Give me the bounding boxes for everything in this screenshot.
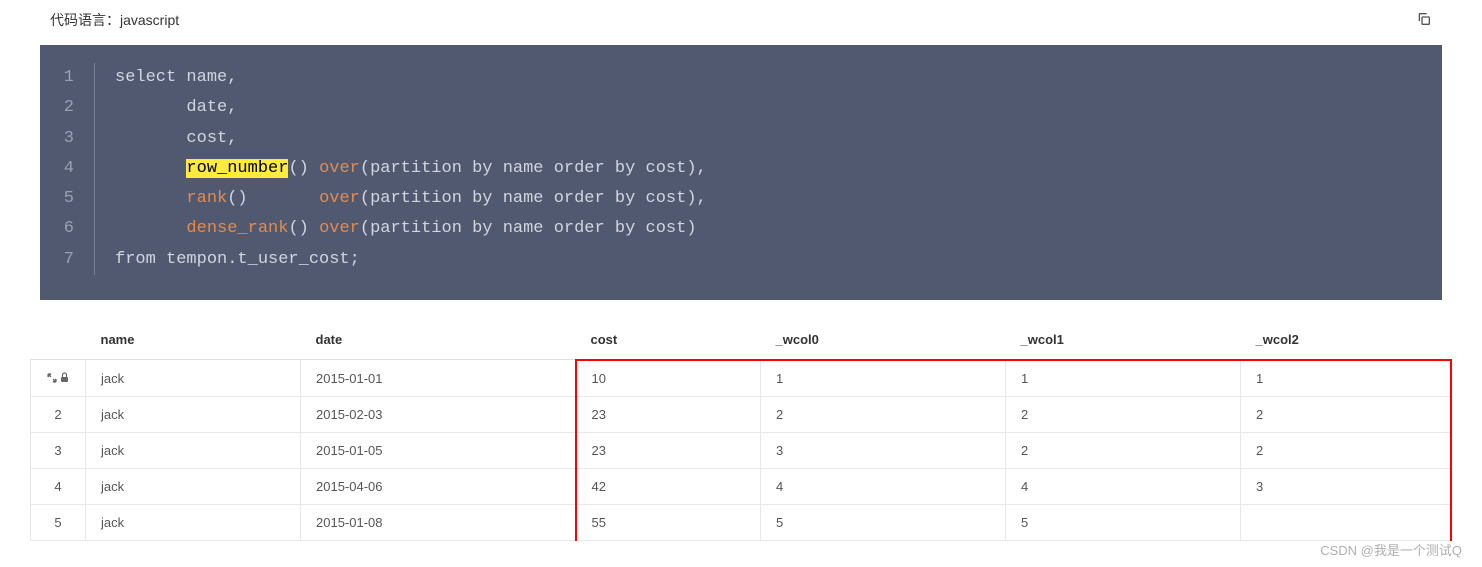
col-header-wcol2: _wcol2 (1241, 320, 1452, 360)
col-header-cost: cost (576, 320, 761, 360)
line-content: row_number() over(partition by name orde… (95, 154, 707, 184)
table-cell: jack (86, 396, 301, 432)
line-content: select name, (95, 63, 237, 93)
table-cell: 2 (1006, 432, 1241, 468)
row-number-cell: 4 (31, 468, 86, 504)
code-line: 1select name, (40, 63, 1442, 93)
table-row: 2jack2015-02-0323222 (31, 396, 1452, 432)
row-number-cell (31, 360, 86, 397)
table-cell: 1 (761, 360, 1006, 397)
table-cell: 2 (1241, 432, 1452, 468)
table-cell: 3 (1241, 468, 1452, 504)
table-cell: 4 (1006, 468, 1241, 504)
table-cell: 23 (576, 432, 761, 468)
expand-icon[interactable] (47, 373, 57, 383)
table-cell: 5 (761, 504, 1006, 540)
watermark: CSDN @我是一个测试Q (1320, 540, 1462, 559)
table-cell: 23 (576, 396, 761, 432)
row-number-cell: 5 (31, 504, 86, 540)
table-header-row: name date cost _wcol0 _wcol1 _wcol2 (31, 320, 1452, 360)
table-row: 4jack2015-04-0642443 (31, 468, 1452, 504)
table-cell: 2015-01-08 (301, 504, 576, 540)
row-number-cell: 3 (31, 432, 86, 468)
col-header-name: name (86, 320, 301, 360)
table-cell: 1 (1006, 360, 1241, 397)
table-cell: 2 (1241, 396, 1452, 432)
line-content: dense_rank() over(partition by name orde… (95, 214, 697, 244)
table-cell: 55 (576, 504, 761, 540)
col-header-wcol1: _wcol1 (1006, 320, 1241, 360)
copy-icon (1416, 11, 1432, 27)
table-row: jack2015-01-0110111 (31, 360, 1452, 397)
code-line: 6 dense_rank() over(partition by name or… (40, 214, 1442, 244)
line-number: 6 (40, 214, 95, 244)
table-cell (1241, 504, 1452, 540)
table-cell: jack (86, 432, 301, 468)
table-cell: 2015-02-03 (301, 396, 576, 432)
table-row: 5jack2015-01-085555 (31, 504, 1452, 540)
table-cell: 10 (576, 360, 761, 397)
code-block: 1select name,2 date,3 cost,4 row_number(… (40, 45, 1442, 300)
line-number: 4 (40, 154, 95, 184)
table-cell: jack (86, 504, 301, 540)
line-content: cost, (95, 124, 237, 154)
line-number: 2 (40, 93, 95, 123)
lang-value: javascript (120, 12, 179, 28)
line-number: 1 (40, 63, 95, 93)
line-content: date, (95, 93, 237, 123)
code-header: 代码语言： javascript (0, 0, 1482, 40)
table-cell: 1 (1241, 360, 1452, 397)
table-cell: 3 (761, 432, 1006, 468)
line-number: 5 (40, 184, 95, 214)
table-cell: 2015-04-06 (301, 468, 576, 504)
table-cell: 2015-01-01 (301, 360, 576, 397)
line-content: from tempon.t_user_cost; (95, 245, 360, 275)
rownum-header (31, 320, 86, 360)
table-row: 3jack2015-01-0523322 (31, 432, 1452, 468)
copy-button[interactable] (1416, 11, 1432, 30)
table-cell: 2 (761, 396, 1006, 432)
code-line: 5 rank() over(partition by name order by… (40, 184, 1442, 214)
table-cell: 2015-01-05 (301, 432, 576, 468)
result-table: name date cost _wcol0 _wcol1 _wcol2 jack… (30, 320, 1452, 541)
code-line: 4 row_number() over(partition by name or… (40, 154, 1442, 184)
code-line: 2 date, (40, 93, 1442, 123)
row-number-cell: 2 (31, 396, 86, 432)
code-line: 3 cost, (40, 124, 1442, 154)
line-number: 3 (40, 124, 95, 154)
lang-label: 代码语言： (50, 10, 120, 30)
table-cell: jack (86, 468, 301, 504)
lock-icon[interactable] (60, 372, 69, 383)
table-cell: jack (86, 360, 301, 397)
col-header-date: date (301, 320, 576, 360)
table-cell: 5 (1006, 504, 1241, 540)
table-cell: 42 (576, 468, 761, 504)
table-cell: 2 (1006, 396, 1241, 432)
code-line: 7from tempon.t_user_cost; (40, 245, 1442, 275)
line-number: 7 (40, 245, 95, 275)
col-header-wcol0: _wcol0 (761, 320, 1006, 360)
line-content: rank() over(partition by name order by c… (95, 184, 707, 214)
table-cell: 4 (761, 468, 1006, 504)
